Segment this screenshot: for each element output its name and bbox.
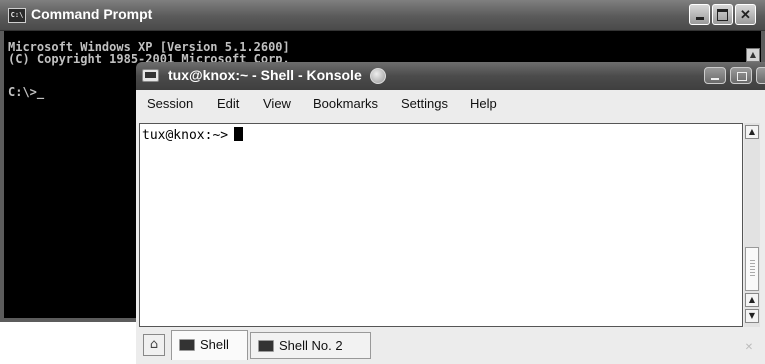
maximize-button[interactable] [730,67,752,84]
session-tab-bar: ⌂ Shell Shell No. 2 ✕ [136,330,765,364]
close-button[interactable] [756,67,765,84]
close-session-icon[interactable]: ✕ [740,339,758,357]
konsole-body: Session Edit View Bookmarks Settings Hel… [136,90,765,364]
tab-shell[interactable]: Shell [171,330,248,360]
terminal-icon [258,340,274,352]
menu-session[interactable]: Session [147,96,193,111]
menu-view[interactable]: View [263,96,291,111]
terminal-area[interactable]: tux@knox:~> [139,123,743,327]
scroll-up-button[interactable]: ▲ [745,125,759,139]
cmd-prompt: C:\>_ [8,85,45,99]
tab-shell-no-2[interactable]: Shell No. 2 [250,332,371,359]
konsole-titlebar[interactable]: tux@knox:~ - Shell - Konsole [136,62,765,90]
new-session-icon[interactable]: ⌂ [143,334,165,356]
minimize-icon [711,78,719,80]
sticky-pin-icon[interactable] [370,68,386,84]
maximize-icon [717,9,728,21]
menu-settings[interactable]: Settings [401,96,448,111]
scroll-thumb[interactable] [745,247,759,291]
minimize-icon [695,17,704,20]
menu-bookmarks[interactable]: Bookmarks [313,96,378,111]
minimize-button[interactable] [689,4,710,25]
scroll-up-button-lower[interactable]: ▲ [745,293,759,307]
menu-bar: Session Edit View Bookmarks Settings Hel… [136,90,765,117]
close-button[interactable]: ✕ [735,4,756,25]
console-icon[interactable]: C:\ [8,8,26,23]
menu-help[interactable]: Help [470,96,497,111]
menu-edit[interactable]: Edit [217,96,239,111]
konsole-window[interactable]: tux@knox:~ - Shell - Konsole Session Edi… [136,62,765,364]
scroll-down-button[interactable]: ▼ [745,309,759,323]
maximize-icon [737,72,747,81]
tab-label: Shell No. 2 [279,338,343,353]
maximize-button[interactable] [712,4,733,25]
shell-prompt: tux@knox:~> [142,128,229,143]
terminal-line: tux@knox:~> [142,127,244,143]
terminal-scrollbar[interactable]: ▲ ▲ ▼ [744,123,760,327]
terminal-app-icon[interactable] [142,69,159,82]
cmd-window-title: Command Prompt [31,6,153,22]
terminal-icon [179,339,195,351]
text-cursor [234,127,244,141]
tab-label: Shell [200,337,229,352]
minimize-button[interactable] [704,67,726,84]
cmd-scroll-up-button[interactable]: ▲ [746,48,760,62]
cmd-titlebar[interactable]: C:\ Command Prompt ✕ [0,0,765,31]
konsole-window-title: tux@knox:~ - Shell - Konsole [168,67,362,83]
